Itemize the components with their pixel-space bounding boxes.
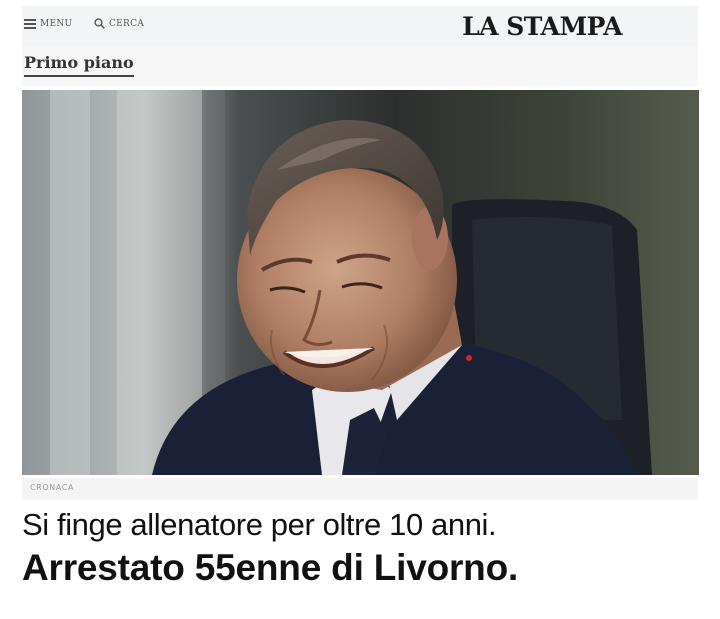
headline-line-1: Si finge allenatore per oltre 10 anni. <box>22 507 497 542</box>
search-icon <box>94 18 105 29</box>
kicker-bar: CRONACA <box>22 478 698 500</box>
article-photo[interactable] <box>22 90 699 475</box>
search-label: CERCA <box>109 18 145 29</box>
photo-illustration <box>22 90 699 475</box>
section-link-primo-piano[interactable]: Primo piano <box>24 53 134 77</box>
site-logo[interactable]: LA STAMPA <box>462 12 622 41</box>
section-bar: Primo piano <box>22 46 698 86</box>
hamburger-icon <box>24 19 36 29</box>
article-category[interactable]: CRONACA <box>30 483 74 492</box>
headline-line-2: Arrestato 55enne di Livorno. <box>22 547 519 588</box>
article-headline[interactable]: Si finge allenatore per oltre 10 anni. A… <box>22 505 712 591</box>
page: MENU CERCA LA STAMPA Primo piano CRONACA… <box>0 0 720 619</box>
menu-label: MENU <box>40 19 73 29</box>
menu-button[interactable]: MENU <box>24 19 72 29</box>
top-bar: MENU CERCA LA STAMPA <box>22 6 698 46</box>
search-button[interactable]: CERCA <box>94 18 144 29</box>
